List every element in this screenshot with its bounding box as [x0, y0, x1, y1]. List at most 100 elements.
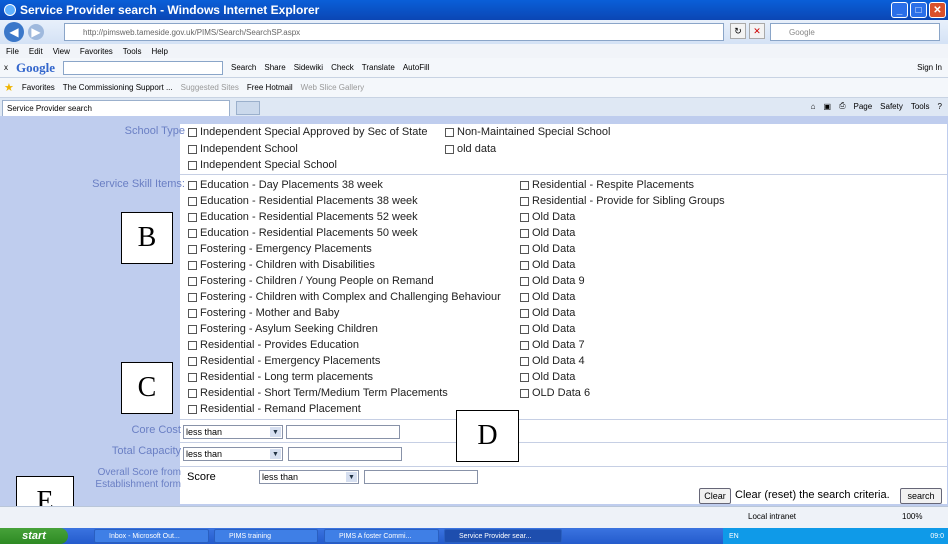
- skill-option[interactable]: Fostering - Children with Disabilities: [188, 259, 375, 271]
- skill-option[interactable]: Residential - Respite Placements: [520, 179, 694, 191]
- annotation-c: C: [121, 362, 173, 414]
- security-zone: Local intranet: [748, 512, 797, 521]
- skill-option[interactable]: Old Data: [520, 291, 575, 303]
- url-field[interactable]: http://pimsweb.tameside.gov.uk/PIMS/Sear…: [64, 23, 724, 41]
- skill-option[interactable]: Old Data 9: [520, 275, 585, 287]
- gtb-sidewiki[interactable]: Sidewiki: [294, 63, 323, 72]
- core-cost-operator-select[interactable]: less than ▼: [183, 425, 283, 439]
- skill-option[interactable]: Fostering - Asylum Seeking Children: [188, 323, 378, 335]
- google-search-input[interactable]: Google: [770, 23, 940, 41]
- new-tab-button[interactable]: [236, 101, 260, 115]
- task-pims-foster[interactable]: PIMS A foster Commi...: [324, 529, 439, 543]
- skill-option[interactable]: Education - Residential Placements 38 we…: [188, 195, 418, 207]
- fav-commissioning[interactable]: The Commissioning Support ...: [63, 83, 173, 92]
- fav-free-hotmail[interactable]: Free Hotmail: [247, 83, 293, 92]
- fav-suggested-sites[interactable]: Suggested Sites: [181, 83, 239, 92]
- gtb-signin[interactable]: Sign In: [917, 63, 942, 72]
- menu-edit[interactable]: Edit: [29, 47, 43, 56]
- skill-option[interactable]: Residential - Remand Placement: [188, 403, 361, 415]
- forward-icon[interactable]: ▶: [28, 24, 44, 40]
- close-toolbar-icon[interactable]: x: [4, 63, 8, 72]
- skill-option[interactable]: Fostering - Mother and Baby: [188, 307, 339, 319]
- status-bar: Local intranet 100%: [0, 506, 948, 528]
- task-service-provider[interactable]: Service Provider sear...: [444, 529, 562, 543]
- google-toolbar-input[interactable]: [63, 60, 223, 75]
- help-icon[interactable]: ?: [938, 102, 942, 111]
- skill-option[interactable]: Education - Day Placements 38 week: [188, 179, 383, 191]
- url-path: /PIMS/Search/SearchSP.aspx: [194, 27, 301, 37]
- school-type-option[interactable]: Non-Maintained Special School: [445, 126, 610, 138]
- school-type-option[interactable]: Independent School: [188, 143, 298, 155]
- close-icon[interactable]: ✕: [929, 2, 946, 18]
- skill-option[interactable]: Residential - Short Term/Medium Term Pla…: [188, 387, 448, 399]
- skill-option[interactable]: Residential - Emergency Placements: [188, 355, 380, 367]
- zoom-level[interactable]: 100%: [902, 512, 922, 521]
- skill-option[interactable]: Education - Residential Placements 50 we…: [188, 227, 418, 239]
- menu-help[interactable]: Help: [151, 47, 167, 56]
- skill-option[interactable]: Old Data: [520, 371, 575, 383]
- score-input[interactable]: [364, 470, 478, 484]
- skill-option[interactable]: OLD Data 6: [520, 387, 590, 399]
- window-title: Service Provider search - Windows Intern…: [20, 3, 320, 17]
- tools-menu[interactable]: Tools: [911, 102, 930, 111]
- skill-option[interactable]: Old Data: [520, 323, 575, 335]
- total-capacity-input[interactable]: [288, 447, 402, 461]
- gtb-check[interactable]: Check: [331, 63, 354, 72]
- menu-bar: File Edit View Favorites Tools Help: [0, 44, 948, 58]
- clear-button[interactable]: Clear: [699, 488, 731, 504]
- skill-option[interactable]: Residential - Long term placements: [188, 371, 373, 383]
- minimize-icon[interactable]: _: [891, 2, 908, 18]
- skill-option[interactable]: Residential - Provide for Sibling Groups: [520, 195, 725, 207]
- skill-option[interactable]: Fostering - Children / Young People on R…: [188, 275, 434, 287]
- skill-option[interactable]: Fostering - Emergency Placements: [188, 243, 372, 255]
- task-pims-training[interactable]: PIMS training: [214, 529, 318, 543]
- skill-option[interactable]: Old Data 7: [520, 339, 585, 351]
- menu-favorites[interactable]: Favorites: [80, 47, 113, 56]
- gtb-autofill[interactable]: AutoFill: [403, 63, 430, 72]
- favorites-button[interactable]: Favorites: [22, 83, 55, 92]
- gtb-share[interactable]: Share: [264, 63, 285, 72]
- annotation-d: D: [456, 410, 519, 462]
- stop-icon[interactable]: ✕: [749, 23, 765, 39]
- skill-option[interactable]: Old Data: [520, 211, 575, 223]
- menu-file[interactable]: File: [6, 47, 19, 56]
- fav-web-slice[interactable]: Web Slice Gallery: [301, 83, 364, 92]
- tab-service-provider[interactable]: Service Provider search: [2, 100, 230, 116]
- language-indicator[interactable]: EN: [729, 533, 739, 540]
- total-capacity-operator-select[interactable]: less than ▼: [183, 447, 283, 461]
- safety-menu[interactable]: Safety: [880, 102, 903, 111]
- skill-option[interactable]: Old Data 4: [520, 355, 585, 367]
- overall-score-label-1: Overall Score from: [97, 467, 181, 478]
- address-bar: ◀ ▶ http://pimsweb.tameside.gov.uk/PIMS/…: [0, 20, 948, 44]
- skill-option[interactable]: Old Data: [520, 259, 575, 271]
- page-menu[interactable]: Page: [853, 102, 872, 111]
- print-icon[interactable]: ⎙: [839, 101, 845, 111]
- school-type-option[interactable]: Independent Special Approved by Sec of S…: [188, 126, 428, 138]
- skill-option[interactable]: Fostering - Children with Complex and Ch…: [188, 291, 501, 303]
- chevron-down-icon: ▼: [270, 427, 281, 437]
- search-button[interactable]: search: [900, 488, 942, 504]
- start-button[interactable]: start: [0, 528, 68, 544]
- skill-option[interactable]: Education - Residential Placements 52 we…: [188, 211, 418, 223]
- core-cost-input[interactable]: [286, 425, 400, 439]
- school-type-option[interactable]: Independent Special School: [188, 159, 337, 171]
- menu-view[interactable]: View: [53, 47, 70, 56]
- refresh-icon[interactable]: ↻: [730, 23, 746, 39]
- gtb-translate[interactable]: Translate: [362, 63, 395, 72]
- chevron-down-icon: ▼: [270, 449, 281, 459]
- skill-option[interactable]: Old Data: [520, 227, 575, 239]
- school-type-option[interactable]: old data: [445, 143, 496, 155]
- tab-bar: Service Provider search ⌂ ▣ ⎙ Page Safet…: [0, 98, 948, 116]
- gtb-search[interactable]: Search: [231, 63, 256, 72]
- maximize-icon[interactable]: □: [910, 2, 927, 18]
- skill-option[interactable]: Old Data: [520, 243, 575, 255]
- skill-option[interactable]: Old Data: [520, 307, 575, 319]
- clock: 09:0: [930, 532, 944, 540]
- skill-option[interactable]: Residential - Provides Education: [188, 339, 359, 351]
- home-icon[interactable]: ⌂: [811, 102, 816, 111]
- task-outlook[interactable]: Inbox - Microsoft Out...: [94, 529, 209, 543]
- feeds-icon[interactable]: ▣: [824, 102, 832, 111]
- score-operator-select[interactable]: less than ▼: [259, 470, 359, 484]
- menu-tools[interactable]: Tools: [123, 47, 142, 56]
- back-icon[interactable]: ◀: [4, 22, 24, 42]
